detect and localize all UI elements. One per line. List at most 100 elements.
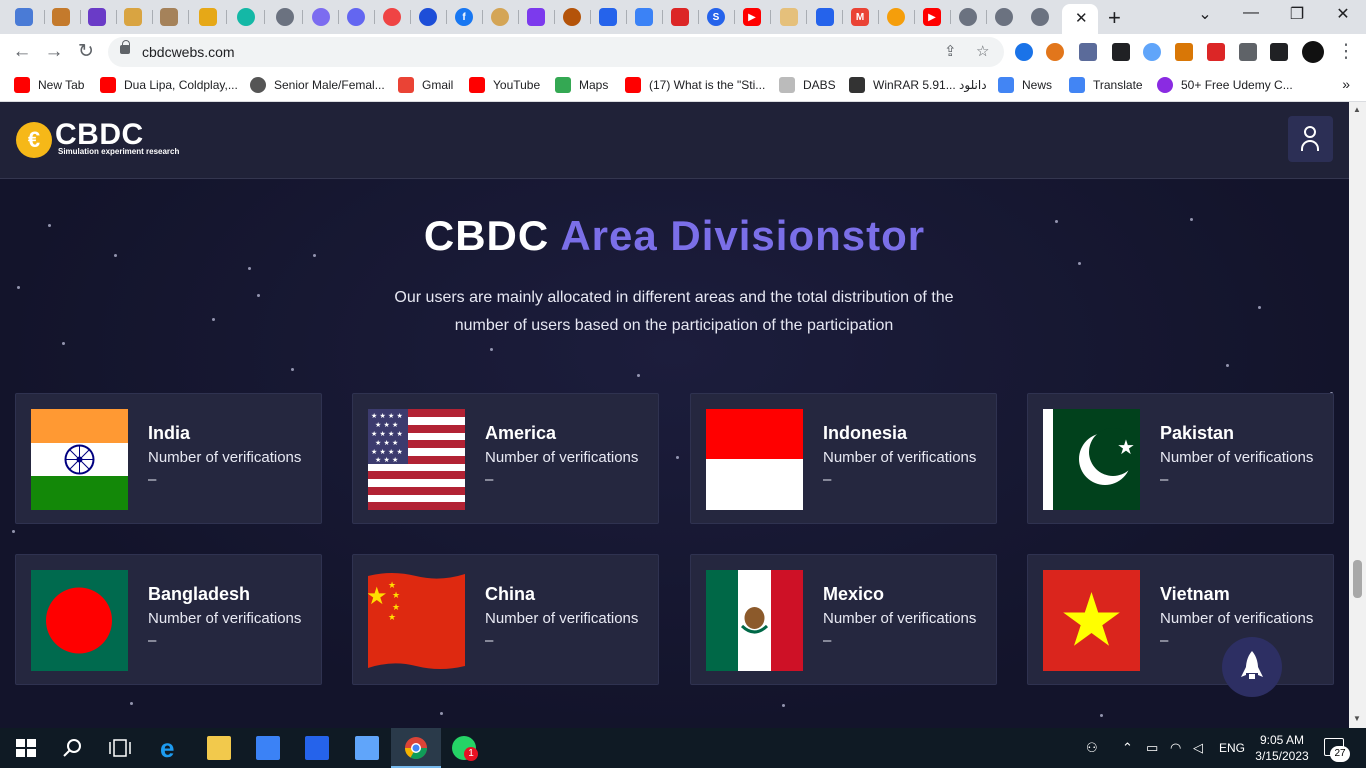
- mail-icon[interactable]: [305, 736, 329, 760]
- menu-icon[interactable]: ⋮: [1334, 40, 1358, 64]
- tab-favicon[interactable]: [887, 8, 905, 26]
- youtube-icon[interactable]: ▶: [923, 8, 941, 26]
- country-card-china[interactable]: ★ ★ ★ ★ ★ China Number of verifications –: [352, 554, 659, 685]
- tab-favicon[interactable]: [383, 8, 401, 26]
- lock-icon[interactable]: [120, 40, 130, 54]
- edge-icon[interactable]: e: [160, 735, 184, 761]
- bookmark-item[interactable]: Maps: [555, 77, 608, 93]
- people-icon[interactable]: ⚇: [1086, 740, 1098, 756]
- app-icon[interactable]: [355, 736, 379, 760]
- bookmark-item[interactable]: (17) What is the "Sti...: [625, 77, 765, 93]
- profile-avatar[interactable]: [1302, 41, 1324, 63]
- restore-button[interactable]: ❐: [1282, 4, 1312, 24]
- tab-search-icon[interactable]: ⌄: [1190, 4, 1220, 24]
- bookmark-item[interactable]: New Tab: [14, 77, 84, 93]
- tab-favicon[interactable]: [1031, 8, 1049, 26]
- country-card-bangladesh[interactable]: Bangladesh Number of verifications –: [15, 554, 322, 685]
- wifi-icon[interactable]: ◠: [1170, 740, 1181, 756]
- tab-favicon[interactable]: [671, 8, 689, 26]
- tab-favicon[interactable]: [599, 8, 617, 26]
- forward-button[interactable]: →: [42, 40, 66, 64]
- close-window-button[interactable]: ✕: [1328, 4, 1358, 24]
- side-panel-icon[interactable]: [1270, 43, 1288, 61]
- bookmark-item[interactable]: Dua Lipa, Coldplay,...: [100, 77, 238, 93]
- search-icon[interactable]: [61, 736, 85, 760]
- minimize-button[interactable]: —: [1236, 4, 1266, 22]
- tab-favicon[interactable]: [160, 8, 178, 26]
- account-button[interactable]: [1288, 116, 1333, 162]
- country-card-indonesia[interactable]: Indonesia Number of verifications –: [690, 393, 997, 524]
- tab-favicon[interactable]: [995, 8, 1013, 26]
- chrome-taskbar-button[interactable]: [391, 728, 441, 768]
- extension-icon[interactable]: [1015, 43, 1033, 61]
- country-card-vietnam[interactable]: Vietnam Number of verifications –: [1027, 554, 1334, 685]
- scroll-down-arrow-icon[interactable]: ▼: [1353, 714, 1361, 723]
- store-icon[interactable]: [256, 736, 280, 760]
- back-button[interactable]: ←: [10, 40, 34, 64]
- tab-favicon[interactable]: [124, 8, 142, 26]
- bookmark-item[interactable]: Translate: [1069, 77, 1143, 93]
- tab-favicon[interactable]: [491, 8, 509, 26]
- back-to-top-button[interactable]: [1222, 637, 1282, 697]
- volume-icon[interactable]: ◁: [1193, 740, 1203, 756]
- bookmark-item[interactable]: 50+ Free Udemy C...: [1157, 77, 1293, 93]
- tab-favicon[interactable]: [312, 8, 330, 26]
- reload-button[interactable]: ↻: [74, 40, 98, 64]
- address-bar[interactable]: cbdcwebs.com ⇪ ☆: [108, 37, 1004, 67]
- bookmark-item[interactable]: Senior Male/Femal...: [250, 77, 385, 93]
- gmail-icon[interactable]: M: [851, 8, 869, 26]
- tab-favicon[interactable]: [635, 8, 653, 26]
- chevron-up-icon[interactable]: ⌃: [1122, 740, 1133, 756]
- clock-date[interactable]: 3/15/2023: [1251, 749, 1313, 763]
- windows-start-icon[interactable]: [14, 736, 38, 760]
- page-scrollbar[interactable]: ▲ ▼: [1349, 102, 1366, 728]
- bookmark-item[interactable]: DABS: [779, 77, 836, 93]
- tab-favicon[interactable]: [959, 8, 977, 26]
- tab-favicon[interactable]: [347, 8, 365, 26]
- tab-favicon[interactable]: S: [707, 8, 725, 26]
- tab-favicon[interactable]: [816, 8, 834, 26]
- tab-favicon[interactable]: [527, 8, 545, 26]
- tab-favicon[interactable]: [563, 8, 581, 26]
- file-explorer-icon[interactable]: [207, 736, 231, 760]
- tab-active[interactable]: ✕: [1062, 4, 1098, 34]
- metamask-icon[interactable]: [1046, 43, 1064, 61]
- share-icon[interactable]: ⇪: [944, 42, 957, 60]
- url-text[interactable]: cbdcwebs.com: [142, 44, 235, 60]
- extension-icon[interactable]: [1079, 43, 1097, 61]
- tab-favicon[interactable]: [419, 8, 437, 26]
- bookmark-item[interactable]: Gmail: [398, 77, 453, 93]
- bookmark-item[interactable]: News: [998, 77, 1052, 93]
- bookmark-item[interactable]: WinRAR 5.91... دانلود: [849, 77, 987, 93]
- new-tab-button[interactable]: +: [1108, 5, 1121, 31]
- clock-time[interactable]: 9:05 AM: [1259, 733, 1305, 747]
- close-tab-icon[interactable]: ✕: [1075, 9, 1088, 27]
- task-view-icon[interactable]: [108, 736, 132, 760]
- extension-icon[interactable]: [1143, 43, 1161, 61]
- country-card-pakistan[interactable]: ★ Pakistan Number of verifications –: [1027, 393, 1334, 524]
- country-card-india[interactable]: India Number of verifications –: [15, 393, 322, 524]
- youtube-icon[interactable]: ▶: [743, 8, 761, 26]
- euro-coin-logo-icon[interactable]: €: [16, 122, 52, 158]
- country-card-mexico[interactable]: Mexico Number of verifications –: [690, 554, 997, 685]
- facebook-icon[interactable]: f: [455, 8, 473, 26]
- tab-favicon[interactable]: [237, 8, 255, 26]
- pdf-icon[interactable]: [1207, 43, 1225, 61]
- battery-icon[interactable]: ▭: [1146, 740, 1158, 756]
- tab-favicon[interactable]: [88, 8, 106, 26]
- bookmark-item[interactable]: YouTube: [469, 77, 540, 93]
- extension-icon[interactable]: [1112, 43, 1130, 61]
- tab-favicon[interactable]: [52, 8, 70, 26]
- extension-icon[interactable]: [1175, 43, 1193, 61]
- scrollbar-thumb[interactable]: [1353, 560, 1362, 598]
- tab-favicon[interactable]: [780, 8, 798, 26]
- language-indicator[interactable]: ENG: [1219, 741, 1245, 755]
- apps-grid-icon[interactable]: [15, 8, 33, 26]
- puzzle-extensions-icon[interactable]: [1239, 43, 1257, 61]
- more-bookmarks-button[interactable]: »: [1342, 76, 1350, 92]
- scroll-up-arrow-icon[interactable]: ▲: [1353, 105, 1361, 114]
- country-card-america[interactable]: ★ ★ ★ ★ ★ ★ ★ ★ ★ ★ ★ ★ ★ ★ ★ ★ ★ ★ ★ ★ ★ Am…: [352, 393, 659, 524]
- tab-favicon[interactable]: [276, 8, 294, 26]
- tab-favicon[interactable]: [199, 8, 217, 26]
- bookmark-star-icon[interactable]: ☆: [976, 42, 989, 60]
